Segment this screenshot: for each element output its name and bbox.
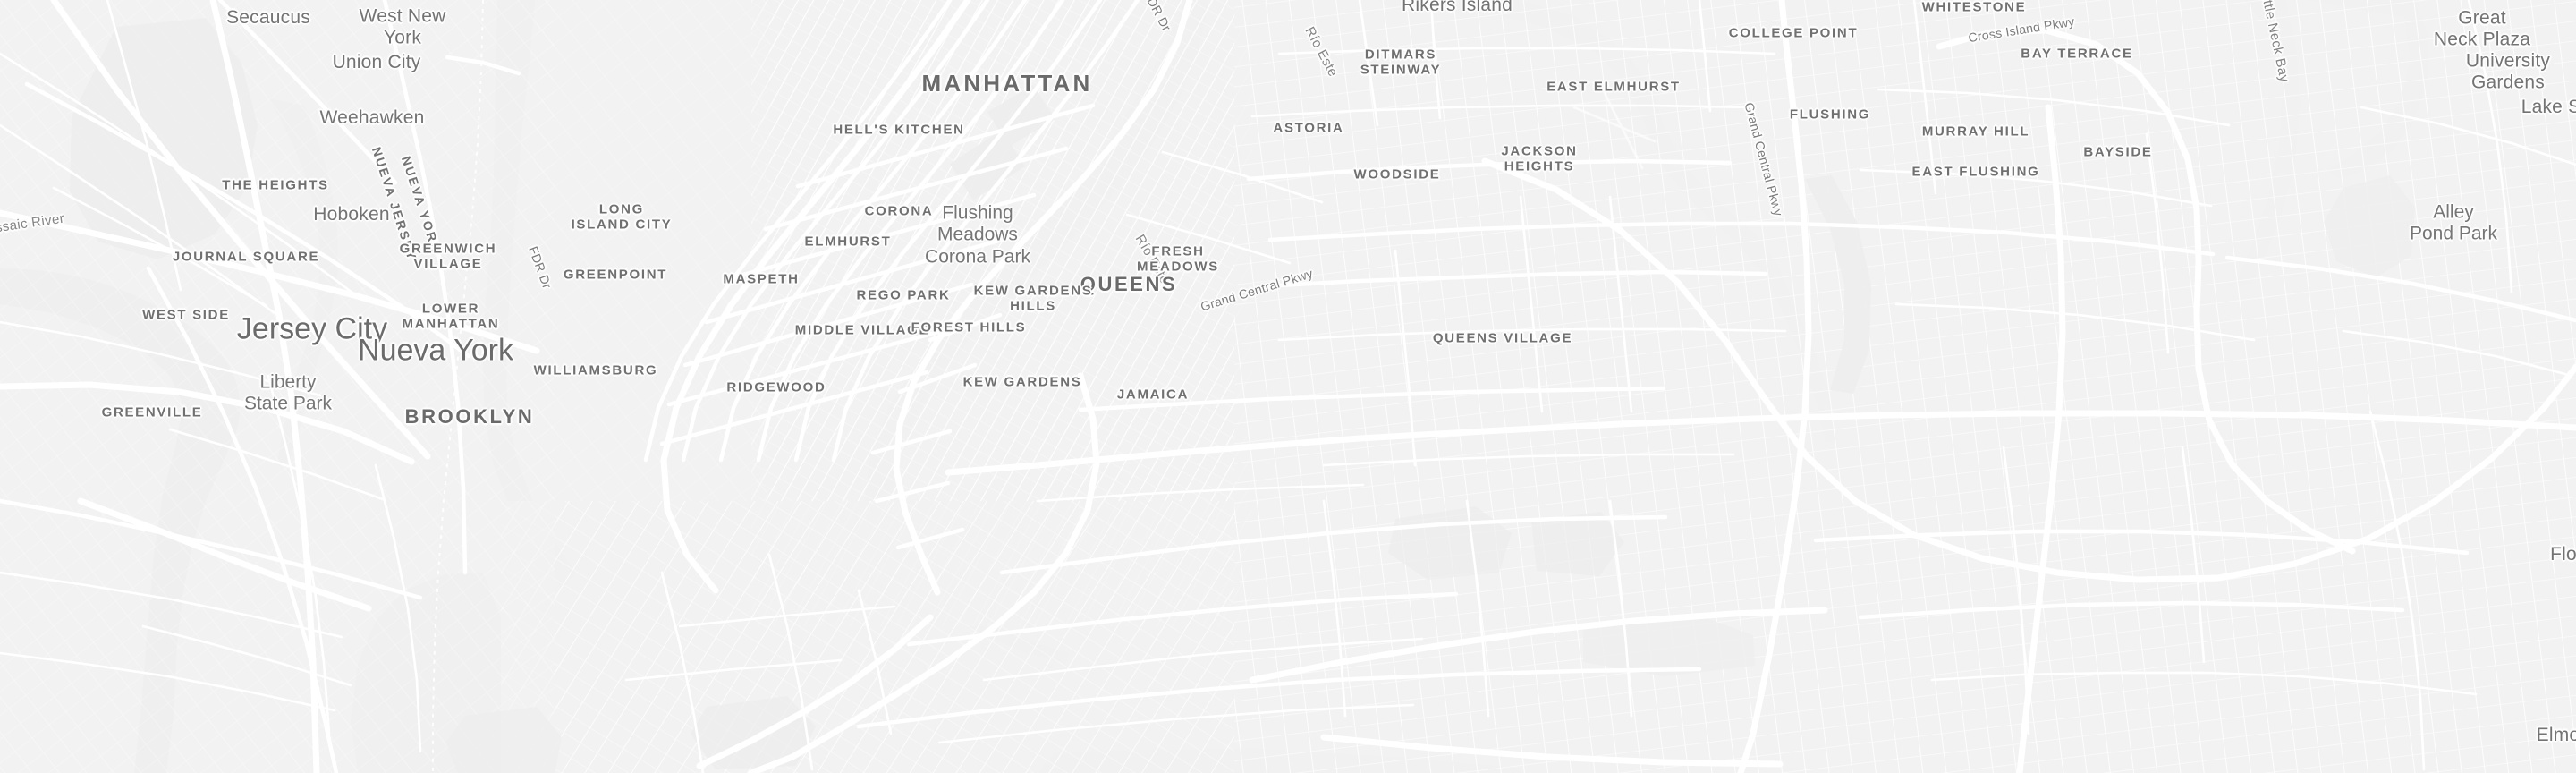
map-label-elmont[interactable]: Elmo xyxy=(2537,725,2576,746)
map-label-east-elmhurst[interactable]: EAST ELMHURST xyxy=(1546,79,1681,94)
map-label-maspeth[interactable]: MASPETH xyxy=(723,271,799,286)
map-label-corona[interactable]: CORONA xyxy=(865,203,934,218)
map-label-elmhurst[interactable]: ELMHURST xyxy=(805,234,892,249)
map-label-ditmars-steinway[interactable]: DITMARS STEINWAY xyxy=(1360,47,1442,79)
map-label-jamaica[interactable]: JAMAICA xyxy=(1117,386,1189,402)
map-label-secaucus[interactable]: Secaucus xyxy=(226,7,310,29)
map-label-manhattan[interactable]: MANHATTAN xyxy=(921,70,1092,97)
map-label-ridgewood[interactable]: RIDGEWOOD xyxy=(726,379,826,395)
map-label-great-neck-plaza[interactable]: Great Neck Plaza xyxy=(2434,8,2530,52)
map-label-jackson-heights[interactable]: JACKSON HEIGHTS xyxy=(1501,144,1577,175)
map-label-kew-gardens-hills[interactable]: KEW GARDENS HILLS xyxy=(974,284,1093,315)
map-label-long-island-city[interactable]: LONG ISLAND CITY xyxy=(572,202,673,234)
map-label-rikers-island[interactable]: Rikers Island xyxy=(1402,0,1513,16)
map-label-hoboken[interactable]: Hoboken xyxy=(313,204,389,225)
map-label-greenville[interactable]: GREENVILLE xyxy=(102,404,203,420)
map-label-lower-manhattan[interactable]: LOWER MANHATTAN xyxy=(402,302,500,333)
map-label-union-city[interactable]: Union City xyxy=(333,52,421,73)
map-label-middle-village[interactable]: MIDDLE VILLAGE xyxy=(795,322,929,337)
map-label-floral-park[interactable]: Flo xyxy=(2550,544,2576,565)
map-label-east-flushing[interactable]: EAST FLUSHING xyxy=(1912,164,2040,179)
map-label-liberty-state-park[interactable]: Liberty State Park xyxy=(244,372,332,416)
map-label-fresh-meadows[interactable]: FRESH MEADOWS xyxy=(1137,244,1219,276)
map-viewport[interactable]: .land { fill:#f2f2f2; } .water { fill:#e… xyxy=(0,0,2576,773)
map-label-university-gardens[interactable]: University Gardens xyxy=(2466,51,2550,95)
map-label-forest-hills[interactable]: FOREST HILLS xyxy=(911,319,1027,335)
map-label-bayside[interactable]: BAYSIDE xyxy=(2083,144,2152,159)
map-label-woodside[interactable]: WOODSIDE xyxy=(1354,166,1441,182)
map-label-greenwich-village[interactable]: GREENWICH VILLAGE xyxy=(400,242,497,273)
map-label-west-new-york[interactable]: West New York xyxy=(360,6,446,50)
map-label-lake-success[interactable]: Lake S xyxy=(2521,97,2576,118)
map-label-west-side[interactable]: WEST SIDE xyxy=(142,307,230,322)
map-label-hells-kitchen[interactable]: HELL'S KITCHEN xyxy=(833,122,964,137)
map-label-astoria[interactable]: ASTORIA xyxy=(1273,120,1343,135)
map-label-queens-village[interactable]: QUEENS VILLAGE xyxy=(1433,330,1572,345)
map-label-weehawken[interactable]: Weehawken xyxy=(320,107,425,129)
map-label-greenpoint[interactable]: GREENPOINT xyxy=(564,267,667,282)
map-label-whitestone[interactable]: WHITESTONE xyxy=(1922,0,2027,15)
map-label-alley-pond-park[interactable]: Alley Pond Park xyxy=(2410,202,2497,246)
map-label-kew-gardens[interactable]: KEW GARDENS xyxy=(963,374,1082,389)
map-label-flushing[interactable]: FLUSHING xyxy=(1790,106,1870,122)
map-label-the-heights[interactable]: THE HEIGHTS xyxy=(222,177,329,192)
map-label-journal-square[interactable]: JOURNAL SQUARE xyxy=(173,249,319,264)
map-label-rego-park[interactable]: REGO PARK xyxy=(856,287,950,302)
map-label-murray-hill[interactable]: MURRAY HILL xyxy=(1922,123,2029,139)
map-label-bay-terrace[interactable]: BAY TERRACE xyxy=(2021,46,2132,61)
map-label-college-point[interactable]: COLLEGE POINT xyxy=(1729,25,1859,40)
map-label-flushing-meadows[interactable]: Flushing Meadows Corona Park xyxy=(925,202,1030,268)
map-label-queens[interactable]: QUEENS xyxy=(1080,273,1178,296)
map-label-brooklyn[interactable]: BROOKLYN xyxy=(405,405,535,429)
map-label-nueva-york-city[interactable]: Nueva York xyxy=(358,333,513,368)
map-label-williamsburg[interactable]: WILLIAMSBURG xyxy=(534,362,658,378)
